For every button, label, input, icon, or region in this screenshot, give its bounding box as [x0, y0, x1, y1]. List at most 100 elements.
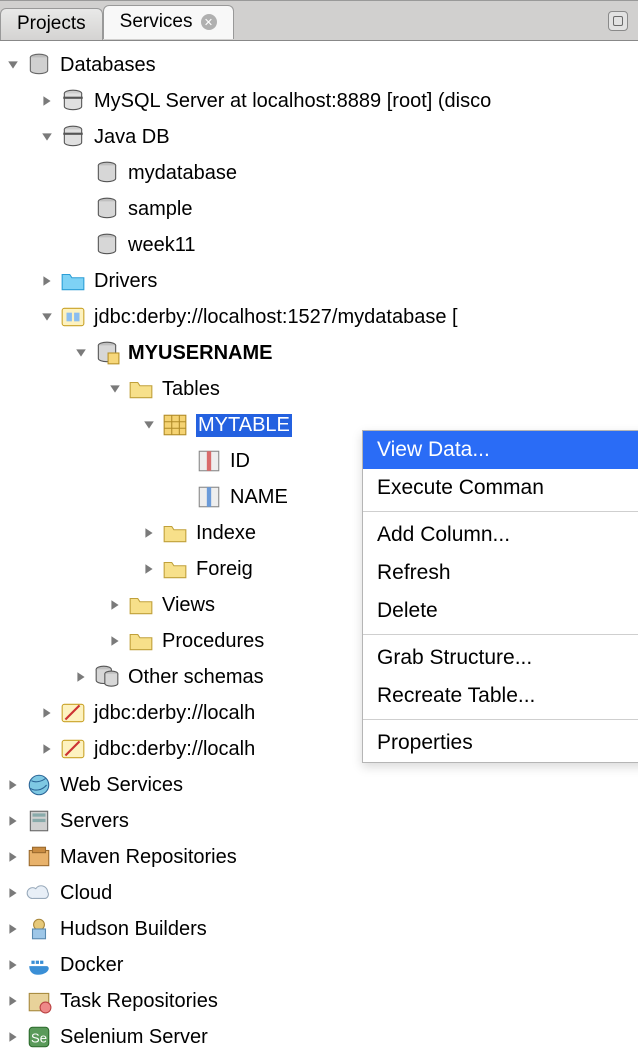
chevron-right-icon[interactable]	[4, 884, 22, 902]
chevron-down-icon[interactable]	[38, 308, 56, 326]
chevron-right-icon[interactable]	[4, 992, 22, 1010]
menu-label: Grab Structure...	[377, 646, 532, 670]
node-drivers[interactable]: Drivers	[2, 263, 638, 299]
chevron-right-icon[interactable]	[4, 920, 22, 938]
cloud-icon	[26, 880, 52, 906]
folder-icon	[162, 520, 188, 546]
node-label: Indexe	[196, 522, 256, 545]
node-label: Java DB	[94, 126, 170, 149]
chevron-right-icon[interactable]	[4, 956, 22, 974]
table-icon	[162, 412, 188, 438]
menu-refresh[interactable]: Refresh	[363, 554, 638, 592]
node-label: Drivers	[94, 270, 157, 293]
menu-execute-command[interactable]: Execute Comman	[363, 469, 638, 507]
chevron-right-icon[interactable]	[4, 776, 22, 794]
task-repo-icon	[26, 988, 52, 1014]
column-pk-icon	[196, 448, 222, 474]
column-icon	[196, 484, 222, 510]
tab-label: Projects	[17, 13, 86, 35]
menu-label: Delete	[377, 599, 438, 623]
menu-label: View Data...	[377, 438, 490, 462]
menu-label: Execute Comman	[377, 476, 544, 500]
chevron-down-icon[interactable]	[38, 128, 56, 146]
node-label: week11	[128, 234, 195, 257]
menu-grab-structure[interactable]: Grab Structure...	[363, 639, 638, 677]
docker-icon	[26, 952, 52, 978]
node-maven[interactable]: Maven Repositories	[2, 839, 638, 875]
chevron-right-icon[interactable]	[72, 668, 90, 686]
node-label: Foreig	[196, 558, 253, 581]
chevron-down-icon[interactable]	[4, 56, 22, 74]
database-icon	[94, 196, 120, 222]
schema-group-icon	[94, 664, 120, 690]
node-label: jdbc:derby://localhost:1527/mydatabase [	[94, 306, 458, 329]
node-databases[interactable]: Databases	[2, 47, 638, 83]
globe-icon	[26, 772, 52, 798]
node-web-services[interactable]: Web Services	[2, 767, 638, 803]
node-label: MySQL Server at localhost:8889 [root] (d…	[94, 90, 491, 113]
selenium-icon: Se	[26, 1024, 52, 1050]
node-javadb[interactable]: Java DB	[2, 119, 638, 155]
menu-separator	[363, 719, 638, 720]
menu-properties[interactable]: Properties	[363, 724, 638, 762]
context-menu: View Data... Execute Comman Add Column..…	[362, 430, 638, 763]
maximize-icon[interactable]	[608, 11, 628, 31]
chevron-right-icon[interactable]	[4, 848, 22, 866]
chevron-down-icon[interactable]	[72, 344, 90, 362]
tab-services[interactable]: Services ✕	[103, 5, 234, 39]
node-tables[interactable]: Tables	[2, 371, 638, 407]
chevron-right-icon[interactable]	[4, 812, 22, 830]
folder-icon	[128, 628, 154, 654]
node-jdbc-mydb[interactable]: jdbc:derby://localhost:1527/mydatabase [	[2, 299, 638, 335]
node-mysql[interactable]: MySQL Server at localhost:8889 [root] (d…	[2, 83, 638, 119]
node-task-repos[interactable]: Task Repositories	[2, 983, 638, 1019]
menu-add-column[interactable]: Add Column...	[363, 516, 638, 554]
database-server-icon	[60, 88, 86, 114]
node-hudson[interactable]: Hudson Builders	[2, 911, 638, 947]
chevron-right-icon[interactable]	[140, 524, 158, 542]
menu-delete[interactable]: Delete	[363, 592, 638, 630]
menu-recreate-table[interactable]: Recreate Table...	[363, 677, 638, 715]
node-sample[interactable]: sample	[2, 191, 638, 227]
chevron-right-icon[interactable]	[4, 1028, 22, 1046]
database-icon	[94, 232, 120, 258]
folder-icon	[128, 376, 154, 402]
chevron-right-icon[interactable]	[38, 272, 56, 290]
connection-broken-icon	[60, 736, 86, 762]
chevron-down-icon[interactable]	[106, 380, 124, 398]
chevron-right-icon[interactable]	[140, 560, 158, 578]
node-mydatabase[interactable]: mydatabase	[2, 155, 638, 191]
menu-label: Properties	[377, 731, 473, 755]
chevron-right-icon[interactable]	[106, 596, 124, 614]
tab-projects[interactable]: Projects	[0, 8, 103, 40]
node-selenium[interactable]: Se Selenium Server	[2, 1019, 638, 1055]
menu-label: Refresh	[377, 561, 451, 585]
chevron-right-icon[interactable]	[106, 632, 124, 650]
server-icon	[26, 808, 52, 834]
node-label: jdbc:derby://localh	[94, 702, 255, 725]
node-label: Tables	[162, 378, 220, 401]
node-week11[interactable]: week11	[2, 227, 638, 263]
node-myusername[interactable]: MYUSERNAME	[2, 335, 638, 371]
node-docker[interactable]: Docker	[2, 947, 638, 983]
chevron-right-icon[interactable]	[38, 740, 56, 758]
node-label: Hudson Builders	[60, 918, 207, 941]
chevron-down-icon[interactable]	[140, 416, 158, 434]
node-label: NAME	[230, 486, 288, 509]
menu-view-data[interactable]: View Data...	[363, 431, 638, 469]
chevron-right-icon[interactable]	[38, 704, 56, 722]
connection-broken-icon	[60, 700, 86, 726]
menu-label: Add Column...	[377, 523, 510, 547]
node-label: Other schemas	[128, 666, 264, 689]
node-label: Maven Repositories	[60, 846, 237, 869]
node-label: sample	[128, 198, 192, 221]
chevron-right-icon[interactable]	[38, 92, 56, 110]
node-servers[interactable]: Servers	[2, 803, 638, 839]
menu-separator	[363, 511, 638, 512]
node-label: jdbc:derby://localh	[94, 738, 255, 761]
node-cloud[interactable]: Cloud	[2, 875, 638, 911]
node-label: Task Repositories	[60, 990, 218, 1013]
menu-label: Recreate Table...	[377, 684, 535, 708]
close-icon[interactable]: ✕	[201, 14, 217, 30]
database-group-icon	[26, 52, 52, 78]
